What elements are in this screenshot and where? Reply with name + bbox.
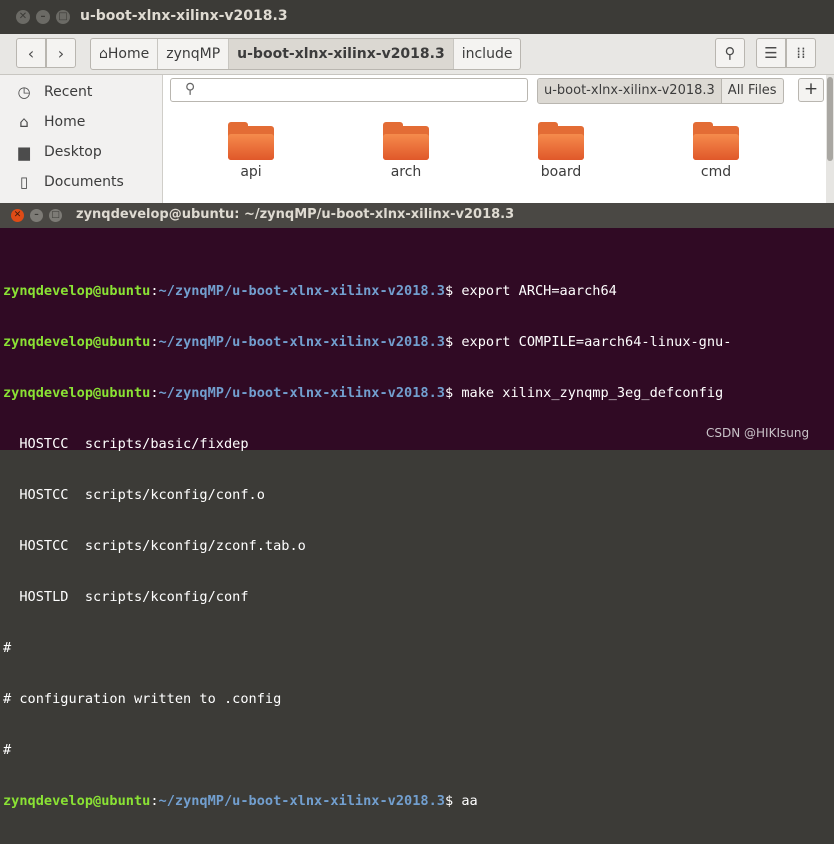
window-title: u-boot-xlnx-xilinx-v2018.3 <box>80 8 288 24</box>
all-files-button[interactable]: All Files <box>722 79 783 103</box>
terminal-title: zynqdevelop@ubuntu: ~/zynqMP/u-boot-xlnx… <box>76 207 515 222</box>
breadcrumb-current[interactable]: u-boot-xlnx-xilinx-v2018.3 <box>229 39 454 69</box>
sidebar-item-label: Recent <box>44 84 93 100</box>
breadcrumb-label: Home <box>107 46 150 62</box>
breadcrumb-home[interactable]: ⌂Home <box>91 39 159 69</box>
terminal-line: zynqdevelop@ubuntu:~/zynqMP/u-boot-xlnx-… <box>3 385 724 401</box>
sidebar: ◷ Recent ⌂ Home ▆ Desktop ▯ Documents <box>0 75 163 206</box>
grid-view-button[interactable]: ⁞⁞ <box>786 38 816 68</box>
forward-button[interactable]: › <box>46 38 76 68</box>
command-text: make xilinx_zynqmp_3eg_defconfig <box>461 385 724 401</box>
clock-icon: ◷ <box>17 83 31 101</box>
prompt-user: zynqdevelop@ubuntu <box>3 385 151 401</box>
sidebar-item-label: Home <box>44 114 86 130</box>
folder-icon <box>538 122 584 160</box>
prompt-user: zynqdevelop@ubuntu <box>3 283 151 299</box>
folder-icon <box>693 122 739 160</box>
location-path[interactable]: u-boot-xlnx-xilinx-v2018.3 <box>538 79 722 103</box>
output-line: HOSTLD scripts/kconfig/conf <box>3 589 249 605</box>
close-icon[interactable]: ✕ <box>16 10 30 24</box>
files-toolbar: ‹ › ⌂Home zynqMP u-boot-xlnx-xilinx-v201… <box>0 34 834 75</box>
scrollbar[interactable] <box>826 75 834 206</box>
close-icon[interactable]: ✕ <box>11 209 24 222</box>
list-icon: ☰ <box>764 44 778 62</box>
minimize-icon[interactable]: – <box>36 10 50 24</box>
location-bar: u-boot-xlnx-xilinx-v2018.3 All Files <box>537 78 784 104</box>
terminal-line: zynqdevelop@ubuntu:~/zynqMP/u-boot-xlnx-… <box>3 283 617 299</box>
sidebar-item-label: Documents <box>44 174 124 190</box>
minimize-icon[interactable]: – <box>30 209 43 222</box>
prompt-path: ~/zynqMP/u-boot-xlnx-xilinx-v2018.3 <box>158 385 445 401</box>
search-input[interactable]: ⚲ <box>170 78 528 102</box>
folder-name: cmd <box>700 164 732 180</box>
terminal-titlebar: ✕ – □ zynqdevelop@ubuntu: ~/zynqMP/u-boo… <box>0 203 834 228</box>
files-titlebar: ✕ – □ u-boot-xlnx-xilinx-v2018.3 <box>0 0 834 34</box>
prompt-path: ~/zynqMP/u-boot-xlnx-xilinx-v2018.3 <box>158 793 445 809</box>
grid-icon: ⁞⁞ <box>796 44 806 62</box>
folder-icon <box>228 122 274 160</box>
folder-name: api <box>240 164 262 180</box>
sidebar-item-recent[interactable]: ◷ Recent <box>16 81 92 103</box>
terminal-output[interactable]: zynqdevelop@ubuntu:~/zynqMP/u-boot-xlnx-… <box>3 249 731 844</box>
terminal-line: zynqdevelop@ubuntu:~/zynqMP/u-boot-xlnx-… <box>3 334 732 350</box>
home-icon: ⌂ <box>99 46 108 62</box>
output-line: HOSTCC scripts/kconfig/zconf.tab.o <box>3 538 306 554</box>
folder-item[interactable]: arch <box>366 122 446 180</box>
back-button[interactable]: ‹ <box>16 38 46 68</box>
command-text: aa <box>461 793 478 809</box>
breadcrumb-include[interactable]: include <box>454 39 521 69</box>
output-line: # configuration written to .config <box>3 691 282 707</box>
prompt-user: zynqdevelop@ubuntu <box>3 793 151 809</box>
document-icon: ▯ <box>19 173 29 191</box>
folder-item[interactable]: api <box>211 122 291 180</box>
search-icon: ⚲ <box>724 44 736 62</box>
sidebar-item-label: Desktop <box>44 144 102 160</box>
output-line: # <box>3 742 12 758</box>
prompt-path: ~/zynqMP/u-boot-xlnx-xilinx-v2018.3 <box>158 283 445 299</box>
output-line: HOSTCC scripts/kconfig/conf.o <box>3 487 265 503</box>
sidebar-item-desktop[interactable]: ▆ Desktop <box>16 141 102 163</box>
list-view-button[interactable]: ☰ <box>756 38 786 68</box>
maximize-icon[interactable]: □ <box>49 209 62 222</box>
terminal-window[interactable]: ✕ – □ zynqdevelop@ubuntu: ~/zynqMP/u-boo… <box>0 203 834 809</box>
output-line: # <box>3 640 12 656</box>
prompt-user: zynqdevelop@ubuntu <box>3 334 151 350</box>
command-text: export COMPILE=aarch64-linux-gnu- <box>461 334 732 350</box>
terminal-line: zynqdevelop@ubuntu:~/zynqMP/u-boot-xlnx-… <box>3 793 478 809</box>
breadcrumb-zynqmp[interactable]: zynqMP <box>158 39 230 69</box>
folder-item[interactable]: board <box>521 122 601 180</box>
search-icon: ⚲ <box>185 81 196 97</box>
prompt-path: ~/zynqMP/u-boot-xlnx-xilinx-v2018.3 <box>158 334 445 350</box>
output-line: HOSTCC scripts/basic/fixdep <box>3 436 249 452</box>
scrollbar-thumb[interactable] <box>827 77 833 161</box>
folder-icon <box>383 122 429 160</box>
folder-name: board <box>540 164 582 180</box>
command-text: export ARCH=aarch64 <box>461 283 617 299</box>
watermark: CSDN @HIKIsung <box>706 426 810 440</box>
maximize-icon[interactable]: □ <box>56 10 70 24</box>
sidebar-item-documents[interactable]: ▯ Documents <box>16 171 124 193</box>
add-button[interactable]: + <box>798 78 824 102</box>
home-icon: ⌂ <box>19 113 29 131</box>
sidebar-item-home[interactable]: ⌂ Home <box>16 111 85 133</box>
breadcrumb: ⌂Home zynqMP u-boot-xlnx-xilinx-v2018.3 … <box>90 38 522 70</box>
folder-name: arch <box>390 164 422 180</box>
files-window: ✕ – □ u-boot-xlnx-xilinx-v2018.3 ‹ › ⌂Ho… <box>0 0 834 206</box>
folder-icon: ▆ <box>18 143 30 161</box>
search-button[interactable]: ⚲ <box>715 38 745 68</box>
folder-item[interactable]: cmd <box>676 122 756 180</box>
